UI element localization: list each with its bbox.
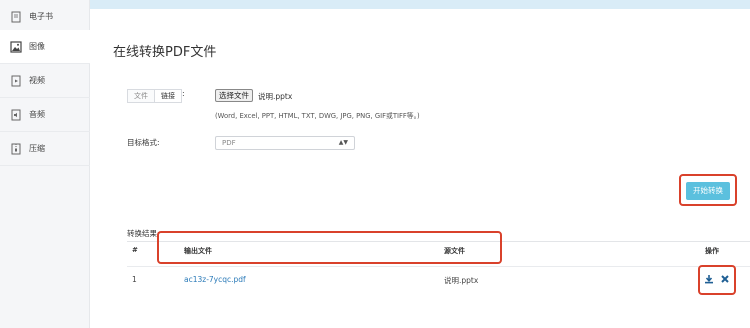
source-file-name: 说明.pptx [444, 276, 479, 285]
sidebar-item-label: 电子书 [29, 12, 53, 21]
table-row-divider [127, 266, 750, 267]
sidebar-item-video[interactable]: 视频 [0, 64, 90, 98]
target-format-value: PDF [222, 139, 236, 147]
target-format-label: 目标格式: [127, 138, 160, 147]
delete-icon[interactable] [720, 274, 730, 284]
column-header-output: 输出文件 [184, 247, 212, 255]
sidebar-item-ebook[interactable]: 电子书 [0, 0, 90, 34]
page-title: 在线转换PDF文件 [113, 45, 217, 60]
top-bar [90, 0, 750, 9]
table-header-divider [127, 241, 750, 242]
download-icon[interactable] [704, 274, 714, 284]
results-label: 转换结果: [127, 229, 160, 238]
archive-icon [10, 143, 22, 155]
image-icon [10, 40, 22, 53]
start-convert-button[interactable]: 开始转换 [686, 182, 730, 200]
choose-file-button[interactable]: 选择文件 [215, 89, 253, 102]
source-tabs: 文件 链接 [127, 89, 182, 103]
column-header-index: # [132, 246, 138, 254]
tab-link[interactable]: 链接 [155, 89, 182, 103]
sidebar-item-audio[interactable]: 音频 [0, 98, 90, 132]
target-format-select[interactable]: PDF ▲▼ [215, 136, 355, 150]
sidebar-item-label: 音频 [29, 110, 45, 119]
sidebar-item-label: 视频 [29, 76, 45, 85]
tab-file[interactable]: 文件 [127, 89, 155, 103]
select-arrows-icon: ▲▼ [338, 139, 348, 146]
source-colon: : [182, 89, 185, 98]
selected-file-name: 说明.pptx [258, 92, 293, 101]
sidebar: 电子书 图像 视频 音频 压缩 [0, 0, 90, 328]
output-file-link[interactable]: ac13z-7ycqc.pdf [184, 275, 246, 284]
book-icon [10, 11, 22, 23]
supported-formats-hint: (Word, Excel, PPT, HTML, TXT, DWG, JPG, … [215, 112, 420, 120]
column-header-source: 源文件 [444, 247, 465, 255]
sidebar-item-archive[interactable]: 压缩 [0, 132, 90, 166]
video-icon [10, 75, 22, 87]
audio-icon [10, 109, 22, 121]
sidebar-item-label: 压缩 [29, 144, 45, 153]
column-header-actions: 操作 [705, 247, 719, 255]
sidebar-item-image[interactable]: 图像 [0, 30, 90, 64]
sidebar-item-label: 图像 [29, 42, 45, 51]
row-index: 1 [132, 275, 137, 284]
